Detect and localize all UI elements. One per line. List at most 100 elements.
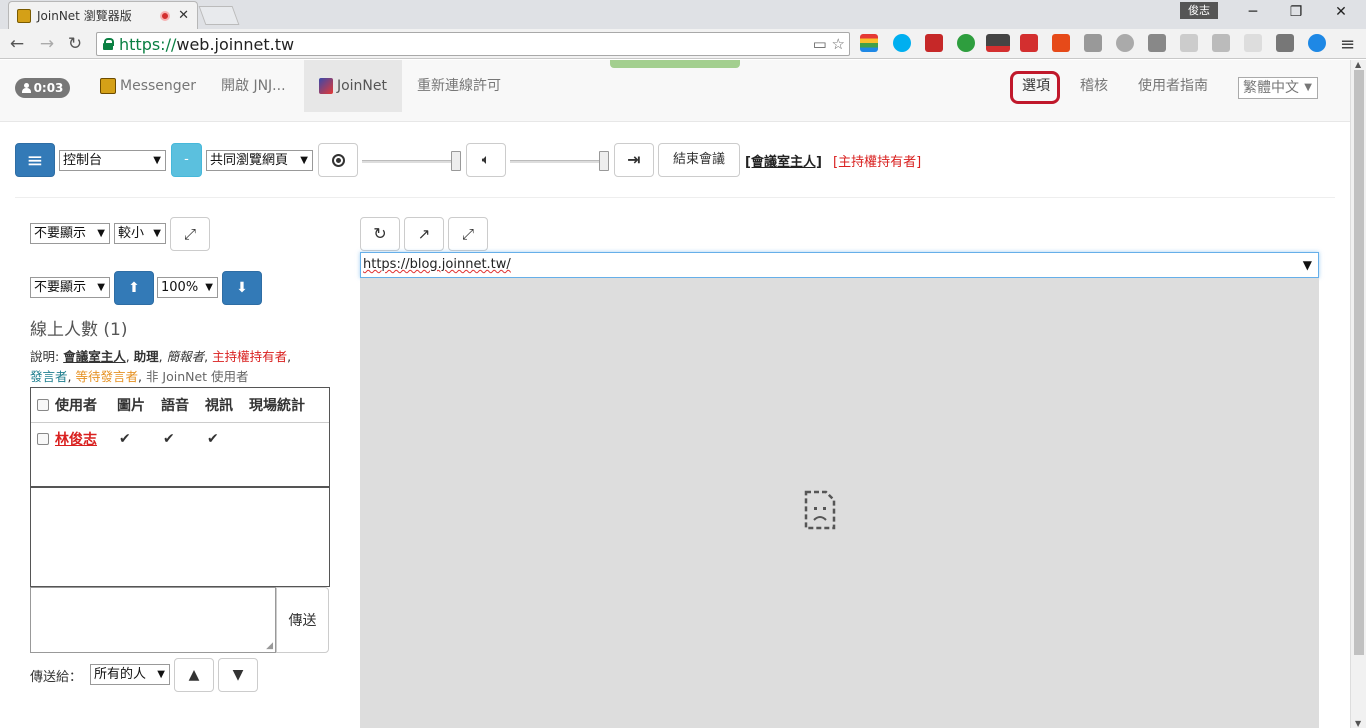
new-tab-button[interactable]: [198, 6, 240, 25]
check-icon: ✔: [119, 431, 131, 447]
nav-user-guide[interactable]: 使用者指南: [1138, 60, 1208, 112]
legend-speaker: 發言者: [30, 369, 68, 384]
browser-tabstrip: JoinNet 瀏覽器版 ✕ 俊志 ─ ❐ ✕: [0, 0, 1366, 29]
chevron-down-icon: ▼: [153, 228, 161, 239]
legend-assistant: 助理: [133, 349, 159, 364]
drive-icon[interactable]: [1212, 34, 1230, 52]
legend-sep: ,: [204, 349, 213, 364]
restore-icon[interactable]: ❐: [1273, 2, 1319, 22]
zoom-select[interactable]: 100% ▼: [157, 277, 218, 298]
forward-arrow-icon[interactable]: →: [36, 33, 58, 55]
cloud-extension-icon[interactable]: [1308, 34, 1326, 52]
mic-volume-slider[interactable]: [362, 160, 460, 163]
nav-open-jnj[interactable]: 開啟 JNJ...: [206, 60, 301, 112]
mode-select[interactable]: 共同瀏覽網頁 ▼: [206, 150, 313, 171]
toolbox-extension-icon[interactable]: [1276, 34, 1294, 52]
row-checkbox[interactable]: [37, 433, 49, 445]
legend-sep: ,: [287, 349, 292, 364]
mode-select-value: 共同瀏覽網頁: [210, 153, 289, 168]
nav-joinnet[interactable]: JoinNet: [304, 60, 402, 112]
gray-extension-icon[interactable]: [1084, 34, 1102, 52]
panel-select[interactable]: 控制台 ▼: [59, 150, 166, 171]
url-host: web.joinnet.tw: [176, 34, 295, 54]
legend-non-user: 非 JoinNet 使用者: [145, 369, 249, 384]
lite-extension-icon[interactable]: [986, 34, 1010, 52]
extension-colors-icon[interactable]: [860, 34, 878, 52]
scroll-down-button[interactable]: ⬇︎: [222, 271, 262, 305]
select-all-checkbox[interactable]: [37, 399, 49, 411]
mic-volume-handle[interactable]: [451, 151, 461, 171]
nav-messenger[interactable]: Messenger: [85, 60, 211, 112]
panel-display-select[interactable]: 不要顯示 ▼: [30, 277, 110, 298]
chevron-down-icon[interactable]: ▼: [1303, 253, 1312, 277]
page-scrollbar[interactable]: ▲ ▼: [1350, 60, 1366, 728]
nav-audit[interactable]: 稽核: [1080, 60, 1108, 112]
skype-icon[interactable]: [893, 34, 911, 52]
scroll-up-arrow-icon[interactable]: ▲: [1355, 60, 1361, 69]
reload-icon[interactable]: ↻: [64, 33, 86, 55]
message-input[interactable]: ◢: [30, 587, 276, 653]
browser-tab[interactable]: JoinNet 瀏覽器版 ✕: [8, 1, 198, 29]
external-link-icon: ↗: [417, 225, 431, 243]
book-extension-icon[interactable]: [925, 34, 943, 52]
chat-history[interactable]: [30, 487, 330, 587]
end-meeting-button[interactable]: 結束會議: [658, 143, 740, 177]
close-icon[interactable]: ✕: [1318, 2, 1364, 22]
notification-tab[interactable]: [610, 60, 740, 68]
cobrowse-reload-button[interactable]: ↻: [360, 217, 400, 251]
cobrowse-open-external-button[interactable]: ↗: [404, 217, 444, 251]
scrollbar-thumb[interactable]: [1354, 70, 1364, 655]
online-count-heading: 線上人數 (1): [30, 320, 128, 340]
exif-extension-icon[interactable]: [1244, 34, 1262, 52]
browser-menu-icon[interactable]: ≡: [1340, 34, 1355, 55]
video-size-select[interactable]: 較小 ▼: [114, 223, 166, 244]
table-row[interactable]: 林俊志 ✔ ✔ ✔: [31, 423, 329, 455]
cobrowse-frame[interactable]: [360, 278, 1319, 728]
chevron-down-icon: ▼: [157, 669, 165, 680]
scroll-up-button[interactable]: ⬆︎: [114, 271, 154, 305]
m-extension-icon[interactable]: [1116, 34, 1134, 52]
video-display-select[interactable]: 不要顯示 ▼: [30, 223, 110, 244]
address-bar[interactable]: https:// web.joinnet.tw ▭ ☆: [96, 32, 850, 56]
messenger-icon: [100, 78, 116, 94]
bookmark-star-icon[interactable]: ▭ ☆: [813, 35, 845, 53]
back-arrow-icon[interactable]: ←: [6, 33, 28, 55]
column-header: 現場統計: [249, 398, 305, 414]
column-header: 圖片: [117, 398, 145, 414]
divider: [15, 197, 1335, 198]
nav-reconnect-permission[interactable]: 重新連線許可: [402, 60, 516, 112]
send-to-select[interactable]: 所有的人 ▼: [90, 664, 170, 685]
chat-scroll-down-button[interactable]: ▼: [218, 658, 258, 692]
record-button[interactable]: [318, 143, 358, 177]
cobrowse-expand-button[interactable]: ⤢: [448, 217, 488, 251]
minimize-icon[interactable]: ─: [1230, 2, 1276, 22]
language-select[interactable]: 繁體中文 ▼: [1238, 77, 1318, 99]
scroll-down-arrow-icon[interactable]: ▼: [1355, 719, 1361, 728]
expand-icon: ⤢: [461, 225, 474, 243]
speaker-button[interactable]: 🔈︎: [466, 143, 506, 177]
chat-scroll-up-button[interactable]: ▲: [174, 658, 214, 692]
resize-handle-icon[interactable]: ◢: [266, 641, 273, 651]
profile-user-chip[interactable]: 俊志: [1180, 2, 1218, 19]
minus-button[interactable]: -: [171, 143, 202, 177]
office-icon[interactable]: [1052, 34, 1070, 52]
s-extension-icon[interactable]: [1148, 34, 1166, 52]
send-button[interactable]: 傳送: [276, 587, 329, 653]
speaker-volume-icon: 🔈︎: [481, 152, 491, 168]
speaker-volume-handle[interactable]: [599, 151, 609, 171]
hamburger-menu-button[interactable]: ≡: [15, 143, 55, 177]
acrobat-icon[interactable]: [1020, 34, 1038, 52]
speaker-volume-slider[interactable]: [510, 160, 608, 163]
sad-page-icon: [804, 490, 836, 530]
video-expand-button[interactable]: ⤢: [170, 217, 210, 251]
translate-extension-icon[interactable]: [1180, 34, 1198, 52]
cobrowse-url-input[interactable]: https://blog.joinnet.tw/ ▼: [360, 252, 1319, 278]
video-size-value: 較小: [118, 226, 145, 241]
leave-button[interactable]: ⇥: [614, 143, 654, 177]
participants-table: 使用者 圖片 語音 視訊 現場統計 林俊志 ✔ ✔ ✔: [30, 387, 330, 487]
participant-name[interactable]: 林俊志: [55, 429, 117, 449]
evernote-icon[interactable]: [957, 34, 975, 52]
legend-sep: ,: [125, 349, 134, 364]
tab-close-icon[interactable]: ✕: [178, 8, 189, 23]
language-value: 繁體中文: [1243, 80, 1299, 96]
